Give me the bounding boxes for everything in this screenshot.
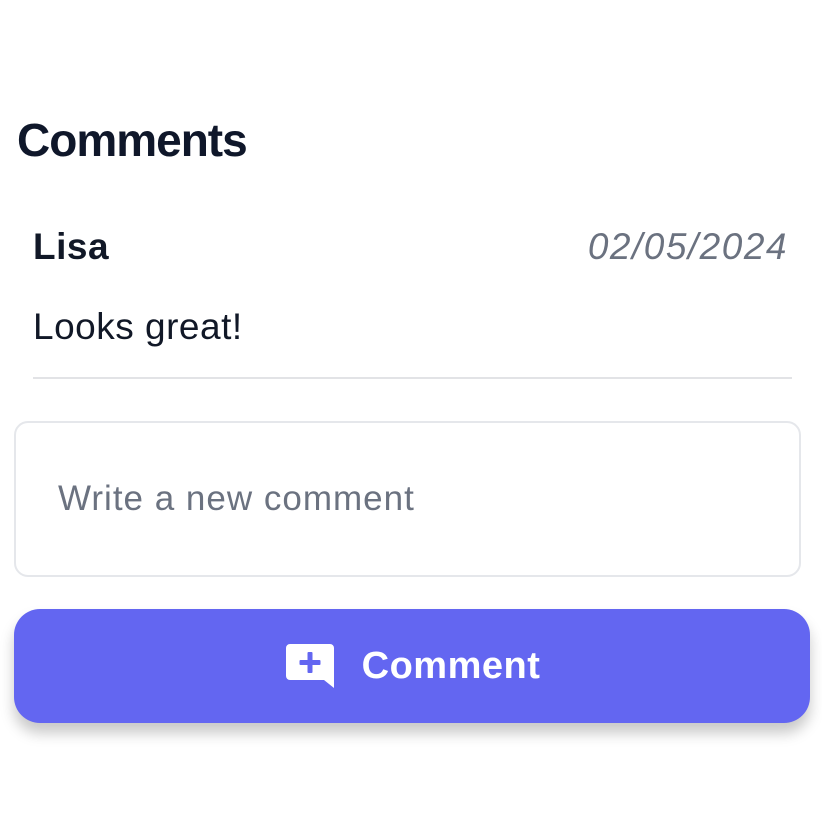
- comment-text: Looks great!: [33, 306, 243, 347]
- submit-comment-label: Comment: [361, 645, 541, 687]
- comments-panel: Comments Lisa 02/05/2024 Looks great! Co…: [0, 0, 822, 822]
- comment-author: Lisa: [33, 226, 110, 267]
- submit-comment-button[interactable]: Comment: [14, 609, 810, 723]
- add-comment-icon: [284, 642, 336, 690]
- comments-heading: Comments: [17, 114, 248, 166]
- comment-date: 02/05/2024: [587, 226, 788, 267]
- new-comment-input[interactable]: [14, 421, 801, 577]
- comment-item: Lisa 02/05/2024 Looks great!: [33, 222, 792, 379]
